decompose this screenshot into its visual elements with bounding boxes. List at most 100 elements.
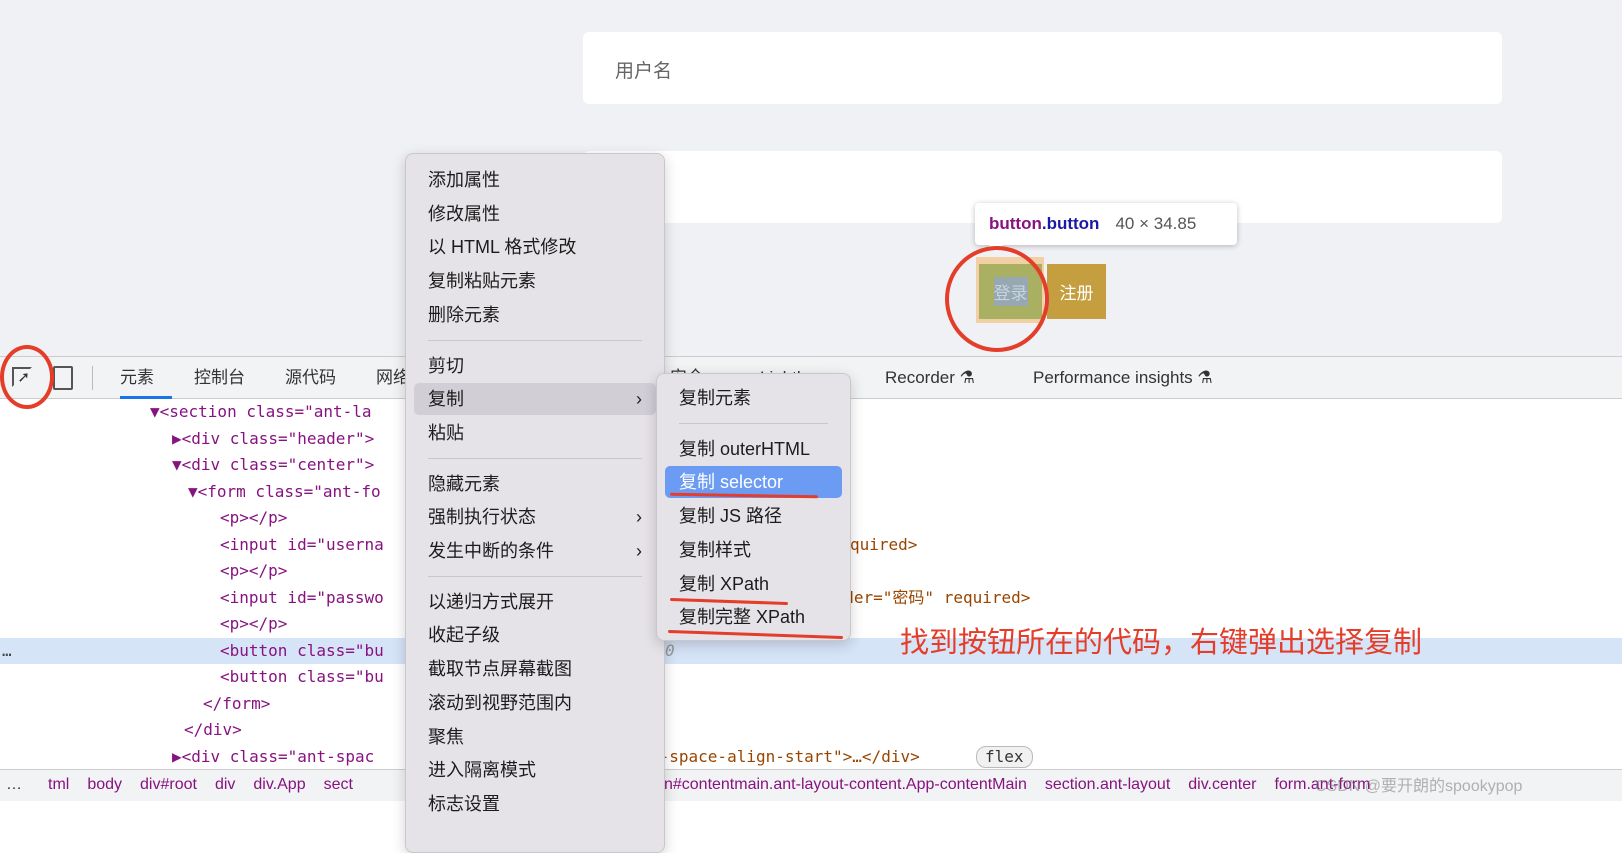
context-menu-item[interactable]: 添加属性 <box>414 164 656 196</box>
tree-row[interactable]: <button class="bu <box>0 664 1622 690</box>
submenu-item[interactable]: 复制 outerHTML <box>665 433 842 465</box>
tree-row-code-tail: 0 <box>665 640 675 660</box>
breadcrumb-item[interactable]: tml <box>48 776 69 793</box>
breadcrumb-item[interactable]: div#root <box>140 776 197 793</box>
divider <box>92 366 93 390</box>
breadcrumb-item[interactable]: div <box>215 776 235 793</box>
register-button[interactable]: 注册 <box>1047 264 1106 319</box>
context-menu-item[interactable]: 发生中断的条件 › <box>414 535 656 567</box>
tab-elements[interactable]: 元素 <box>120 357 172 399</box>
submenu-item[interactable]: 复制完整 XPath <box>665 601 842 633</box>
red-circle-annotation <box>0 345 54 409</box>
menu-item-label: 剪切 <box>428 355 464 376</box>
context-menu-item[interactable]: 聚焦 <box>414 721 656 753</box>
menu-separator <box>428 575 642 577</box>
web-page: 用户名 登录 注册 button.button 40 × 34.85 <box>0 0 1622 356</box>
tree-row-code-tail: quired> <box>850 534 918 554</box>
tree-row[interactable]: </form> <box>0 691 1622 717</box>
context-menu-item[interactable]: 标志设置 <box>414 788 656 820</box>
menu-item-label: 发生中断的条件 <box>428 541 554 561</box>
context-menu-item[interactable]: 删除元素 <box>414 299 656 331</box>
menu-separator <box>428 339 642 341</box>
tree-row[interactable]: ▶<div class="ant-spac t-space-align-start… <box>0 744 1622 770</box>
submenu-item-label: 复制元素 <box>679 388 751 408</box>
context-menu-item[interactable]: 粘贴 <box>414 417 656 449</box>
context-menu-item[interactable]: 复制 › <box>414 383 656 416</box>
tree-row-code: </div> <box>184 720 242 739</box>
tree-row-code: ▼<div class="center"> <box>172 455 375 474</box>
context-menu-item[interactable]: 隐藏元素 <box>414 468 656 500</box>
breadcrumb-item[interactable]: div.center <box>1188 776 1256 793</box>
menu-item-label: 复制粘贴元素 <box>428 271 536 292</box>
tree-row-code-tail: t-space-align-start">…</div> <box>650 746 920 766</box>
menu-item-label: 聚焦 <box>428 726 464 747</box>
submenu-item-label: 复制 JS 路径 <box>679 506 783 527</box>
context-menu-item[interactable]: 进入隔离模式 <box>414 754 656 786</box>
submenu-item[interactable]: 复制 XPath <box>665 568 842 600</box>
tree-row-code-tail: older="密码" required> <box>825 587 1031 607</box>
menu-item-label: 以递归方式展开 <box>428 591 554 612</box>
tree-row-code: <p></p> <box>220 561 288 580</box>
submenu-item[interactable]: 复制 JS 路径 <box>665 500 842 532</box>
submenu-item-label: 复制完整 XPath <box>679 607 806 628</box>
chevron-right-icon: › <box>636 507 642 528</box>
breadcrumb-item[interactable]: section.ant-layout <box>1045 776 1170 793</box>
breadcrumb-item[interactable]: div.App <box>253 776 305 793</box>
username-input[interactable]: 用户名 <box>583 32 1502 104</box>
username-placeholder: 用户名 <box>615 61 673 82</box>
breadcrumb-item[interactable]: … <box>6 776 22 793</box>
menu-item-label: 截取节点屏幕截图 <box>428 659 572 680</box>
context-menu-item[interactable]: 以递归方式展开 <box>414 586 656 618</box>
breadcrumb-item[interactable]: body <box>87 776 122 793</box>
submenu-item-label: 复制样式 <box>679 539 751 560</box>
breadcrumb-item[interactable]: sect <box>324 776 353 793</box>
context-menu-item[interactable]: 以 HTML 格式修改 <box>414 231 656 263</box>
menu-item-label: 标志设置 <box>428 793 500 814</box>
context-menu-item[interactable]: 滚动到视野范围内 <box>414 687 656 719</box>
submenu-item[interactable]: 复制元素 <box>665 382 842 414</box>
tree-row-code: <button class="bu <box>220 667 384 686</box>
menu-item-label: 收起子级 <box>428 625 500 646</box>
tree-row-code: <p></p> <box>220 614 288 633</box>
tree-row-code: <button class="bu <box>220 640 384 660</box>
menu-item-label: 以 HTML 格式修改 <box>428 237 577 258</box>
menu-item-label: 修改属性 <box>428 203 500 224</box>
device-toolbar-icon[interactable] <box>53 366 73 390</box>
context-menu-item[interactable]: 修改属性 <box>414 198 656 230</box>
menu-item-label: 粘贴 <box>428 422 464 443</box>
tab-performance-insights[interactable]: Performance insights ⚗ <box>1033 357 1213 399</box>
menu-item-label: 进入隔离模式 <box>428 760 536 781</box>
context-menu: 添加属性修改属性以 HTML 格式修改 复制粘贴元素 删除元素剪切复制 › 粘贴隐藏元素… <box>405 153 665 853</box>
submenu-item[interactable]: 复制样式 <box>665 534 842 566</box>
context-menu-item[interactable]: 收起子级 <box>414 619 656 651</box>
menu-item-label: 隐藏元素 <box>428 473 500 494</box>
context-menu-item[interactable]: 剪切 <box>414 350 656 382</box>
context-menu-item[interactable]: 复制粘贴元素 <box>414 265 656 297</box>
menu-item-label: 强制执行状态 <box>428 507 536 528</box>
context-menu-item[interactable]: 截取节点屏幕截图 <box>414 653 656 685</box>
tab-console[interactable]: 控制台 <box>194 357 245 399</box>
tree-row-code: <input id="passwo <box>220 587 384 607</box>
chevron-right-icon: › <box>636 541 642 561</box>
tab-sources[interactable]: 源代码 <box>285 357 336 399</box>
flex-badge[interactable]: flex <box>976 745 1033 768</box>
tree-row-code: ▶<div class="ant-spac <box>172 746 375 766</box>
menu-item-label: 删除元素 <box>428 304 500 325</box>
tab-recorder[interactable]: Recorder ⚗ <box>885 357 975 399</box>
menu-item-label: 滚动到视野范围内 <box>428 692 572 713</box>
menu-item-label: 添加属性 <box>428 170 500 190</box>
submenu-item-label: 复制 selector <box>679 472 784 493</box>
submenu-item-label: 复制 outerHTML <box>679 438 811 459</box>
tree-row[interactable]: </div> <box>0 717 1622 743</box>
menu-separator <box>428 457 642 459</box>
inspect-tooltip: button.button 40 × 34.85 <box>975 203 1237 252</box>
chevron-right-icon: › <box>636 389 642 410</box>
tooltip-size: 40 × 34.85 <box>1115 214 1197 233</box>
context-menu-item[interactable]: 强制执行状态 › <box>414 501 656 533</box>
menu-separator <box>679 422 828 424</box>
breadcrumb-item[interactable]: main#contentmain.ant-layout-content.App-… <box>638 776 1027 793</box>
tree-row-code: ▼<form class="ant-fo <box>188 481 381 501</box>
selected-marker: … <box>2 640 12 660</box>
tree-row-code: ▼<section class="ant-la <box>150 402 372 421</box>
tooltip-tag: button <box>989 214 1042 233</box>
